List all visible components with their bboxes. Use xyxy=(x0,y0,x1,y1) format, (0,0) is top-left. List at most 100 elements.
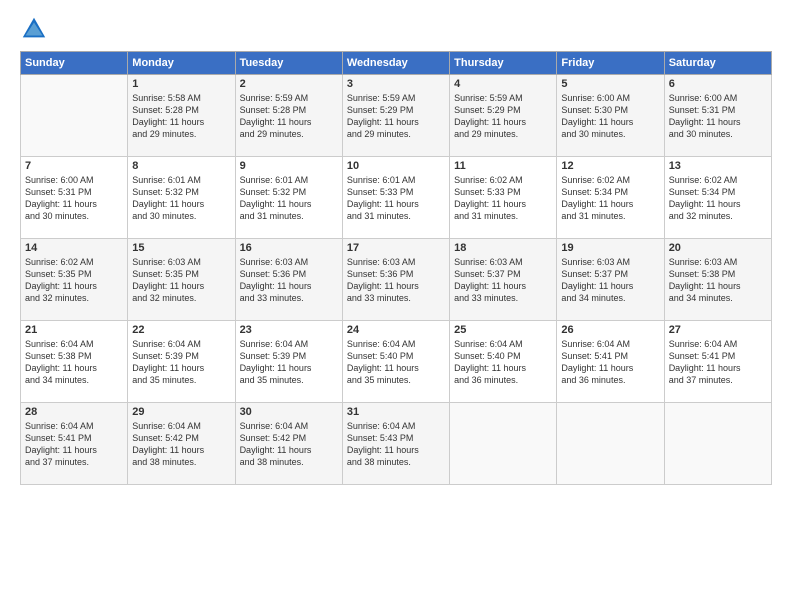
page: SundayMondayTuesdayWednesdayThursdayFrid… xyxy=(0,0,792,612)
day-info: Sunrise: 6:04 AM Sunset: 5:41 PM Dayligh… xyxy=(25,420,123,469)
day-info: Sunrise: 6:00 AM Sunset: 5:30 PM Dayligh… xyxy=(561,92,659,141)
day-info: Sunrise: 6:02 AM Sunset: 5:34 PM Dayligh… xyxy=(669,174,767,223)
calendar-cell: 11 Sunrise: 6:02 AM Sunset: 5:33 PM Dayli… xyxy=(450,157,557,239)
day-info: Sunrise: 6:04 AM Sunset: 5:41 PM Dayligh… xyxy=(561,338,659,387)
calendar-cell: 15 Sunrise: 6:03 AM Sunset: 5:35 PM Dayli… xyxy=(128,239,235,321)
calendar-cell: 18 Sunrise: 6:03 AM Sunset: 5:37 PM Dayli… xyxy=(450,239,557,321)
day-number: 13 xyxy=(669,160,767,172)
day-number: 27 xyxy=(669,324,767,336)
day-info: Sunrise: 6:02 AM Sunset: 5:35 PM Dayligh… xyxy=(25,256,123,305)
day-info: Sunrise: 6:03 AM Sunset: 5:37 PM Dayligh… xyxy=(454,256,552,305)
day-number: 17 xyxy=(347,242,445,254)
weekday-header-saturday: Saturday xyxy=(664,52,771,75)
day-info: Sunrise: 6:02 AM Sunset: 5:33 PM Dayligh… xyxy=(454,174,552,223)
day-info: Sunrise: 5:59 AM Sunset: 5:28 PM Dayligh… xyxy=(240,92,338,141)
day-number: 5 xyxy=(561,78,659,90)
calendar-cell: 30 Sunrise: 6:04 AM Sunset: 5:42 PM Dayli… xyxy=(235,403,342,485)
calendar-week-row: 7Sunrise: 6:00 AM Sunset: 5:31 PM Daylig… xyxy=(21,157,772,239)
day-number: 30 xyxy=(240,406,338,418)
calendar-cell: 5 Sunrise: 6:00 AM Sunset: 5:30 PM Daylig… xyxy=(557,75,664,157)
calendar-cell: 19 Sunrise: 6:03 AM Sunset: 5:37 PM Dayli… xyxy=(557,239,664,321)
day-number: 29 xyxy=(132,406,230,418)
day-info: Sunrise: 6:01 AM Sunset: 5:32 PM Dayligh… xyxy=(132,174,230,223)
day-number: 24 xyxy=(347,324,445,336)
day-info: Sunrise: 6:03 AM Sunset: 5:37 PM Dayligh… xyxy=(561,256,659,305)
calendar-cell xyxy=(664,403,771,485)
calendar-cell xyxy=(557,403,664,485)
weekday-header-tuesday: Tuesday xyxy=(235,52,342,75)
calendar-cell: 10Sunrise: 6:01 AM Sunset: 5:33 PM Dayli… xyxy=(342,157,449,239)
header xyxy=(20,15,772,43)
day-number: 28 xyxy=(25,406,123,418)
calendar-cell xyxy=(450,403,557,485)
day-number: 18 xyxy=(454,242,552,254)
day-number: 11 xyxy=(454,160,552,172)
calendar-cell: 24 Sunrise: 6:04 AM Sunset: 5:40 PM Dayli… xyxy=(342,321,449,403)
calendar-cell: 12 Sunrise: 6:02 AM Sunset: 5:34 PM Dayli… xyxy=(557,157,664,239)
calendar-cell: 31 Sunrise: 6:04 AM Sunset: 5:43 PM Dayli… xyxy=(342,403,449,485)
day-info: Sunrise: 6:04 AM Sunset: 5:40 PM Dayligh… xyxy=(454,338,552,387)
calendar-cell: 1 Sunrise: 5:58 AM Sunset: 5:28 PM Daylig… xyxy=(128,75,235,157)
weekday-header-monday: Monday xyxy=(128,52,235,75)
calendar-cell: 25 Sunrise: 6:04 AM Sunset: 5:40 PM Dayli… xyxy=(450,321,557,403)
day-info: Sunrise: 6:04 AM Sunset: 5:40 PM Dayligh… xyxy=(347,338,445,387)
day-info: Sunrise: 5:59 AM Sunset: 5:29 PM Dayligh… xyxy=(347,92,445,141)
calendar-cell: 29Sunrise: 6:04 AM Sunset: 5:42 PM Dayli… xyxy=(128,403,235,485)
day-number: 16 xyxy=(240,242,338,254)
day-number: 4 xyxy=(454,78,552,90)
calendar-cell: 28 Sunrise: 6:04 AM Sunset: 5:41 PM Dayli… xyxy=(21,403,128,485)
weekday-header-wednesday: Wednesday xyxy=(342,52,449,75)
logo-icon xyxy=(20,15,48,43)
day-info: Sunrise: 5:59 AM Sunset: 5:29 PM Dayligh… xyxy=(454,92,552,141)
day-number: 31 xyxy=(347,406,445,418)
calendar-week-row: 14 Sunrise: 6:02 AM Sunset: 5:35 PM Dayli… xyxy=(21,239,772,321)
day-number: 12 xyxy=(561,160,659,172)
day-info: Sunrise: 6:00 AM Sunset: 5:31 PM Dayligh… xyxy=(25,174,123,223)
day-number: 8 xyxy=(132,160,230,172)
calendar-cell: 16 Sunrise: 6:03 AM Sunset: 5:36 PM Dayli… xyxy=(235,239,342,321)
day-info: Sunrise: 6:03 AM Sunset: 5:36 PM Dayligh… xyxy=(240,256,338,305)
day-number: 1 xyxy=(132,78,230,90)
calendar-cell: 20 Sunrise: 6:03 AM Sunset: 5:38 PM Dayli… xyxy=(664,239,771,321)
calendar-cell: 22Sunrise: 6:04 AM Sunset: 5:39 PM Dayli… xyxy=(128,321,235,403)
weekday-header-sunday: Sunday xyxy=(21,52,128,75)
weekday-header-row: SundayMondayTuesdayWednesdayThursdayFrid… xyxy=(21,52,772,75)
day-info: Sunrise: 6:03 AM Sunset: 5:35 PM Dayligh… xyxy=(132,256,230,305)
day-number: 20 xyxy=(669,242,767,254)
calendar-cell: 26Sunrise: 6:04 AM Sunset: 5:41 PM Dayli… xyxy=(557,321,664,403)
calendar-cell: 23 Sunrise: 6:04 AM Sunset: 5:39 PM Dayli… xyxy=(235,321,342,403)
day-number: 2 xyxy=(240,78,338,90)
calendar-cell: 2 Sunrise: 5:59 AM Sunset: 5:28 PM Daylig… xyxy=(235,75,342,157)
day-number: 15 xyxy=(132,242,230,254)
calendar-cell: 8 Sunrise: 6:01 AM Sunset: 5:32 PM Daylig… xyxy=(128,157,235,239)
day-info: Sunrise: 5:58 AM Sunset: 5:28 PM Dayligh… xyxy=(132,92,230,141)
day-info: Sunrise: 6:04 AM Sunset: 5:41 PM Dayligh… xyxy=(669,338,767,387)
day-info: Sunrise: 6:03 AM Sunset: 5:38 PM Dayligh… xyxy=(669,256,767,305)
day-number: 19 xyxy=(561,242,659,254)
calendar-cell xyxy=(21,75,128,157)
day-info: Sunrise: 6:04 AM Sunset: 5:43 PM Dayligh… xyxy=(347,420,445,469)
day-number: 25 xyxy=(454,324,552,336)
day-info: Sunrise: 6:01 AM Sunset: 5:32 PM Dayligh… xyxy=(240,174,338,223)
day-info: Sunrise: 6:04 AM Sunset: 5:39 PM Dayligh… xyxy=(240,338,338,387)
calendar-cell: 17 Sunrise: 6:03 AM Sunset: 5:36 PM Dayli… xyxy=(342,239,449,321)
day-number: 21 xyxy=(25,324,123,336)
calendar-week-row: 21Sunrise: 6:04 AM Sunset: 5:38 PM Dayli… xyxy=(21,321,772,403)
day-info: Sunrise: 6:03 AM Sunset: 5:36 PM Dayligh… xyxy=(347,256,445,305)
calendar-cell: 4 Sunrise: 5:59 AM Sunset: 5:29 PM Daylig… xyxy=(450,75,557,157)
day-number: 14 xyxy=(25,242,123,254)
calendar-cell: 6Sunrise: 6:00 AM Sunset: 5:31 PM Daylig… xyxy=(664,75,771,157)
calendar-week-row: 28 Sunrise: 6:04 AM Sunset: 5:41 PM Dayli… xyxy=(21,403,772,485)
calendar-cell: 27 Sunrise: 6:04 AM Sunset: 5:41 PM Dayli… xyxy=(664,321,771,403)
weekday-header-thursday: Thursday xyxy=(450,52,557,75)
day-info: Sunrise: 6:02 AM Sunset: 5:34 PM Dayligh… xyxy=(561,174,659,223)
day-info: Sunrise: 6:04 AM Sunset: 5:42 PM Dayligh… xyxy=(240,420,338,469)
calendar-cell: 9 Sunrise: 6:01 AM Sunset: 5:32 PM Daylig… xyxy=(235,157,342,239)
day-number: 22 xyxy=(132,324,230,336)
weekday-header-friday: Friday xyxy=(557,52,664,75)
calendar-week-row: 1 Sunrise: 5:58 AM Sunset: 5:28 PM Daylig… xyxy=(21,75,772,157)
day-number: 9 xyxy=(240,160,338,172)
calendar-table: SundayMondayTuesdayWednesdayThursdayFrid… xyxy=(20,51,772,485)
calendar-cell: 13 Sunrise: 6:02 AM Sunset: 5:34 PM Dayli… xyxy=(664,157,771,239)
day-number: 23 xyxy=(240,324,338,336)
